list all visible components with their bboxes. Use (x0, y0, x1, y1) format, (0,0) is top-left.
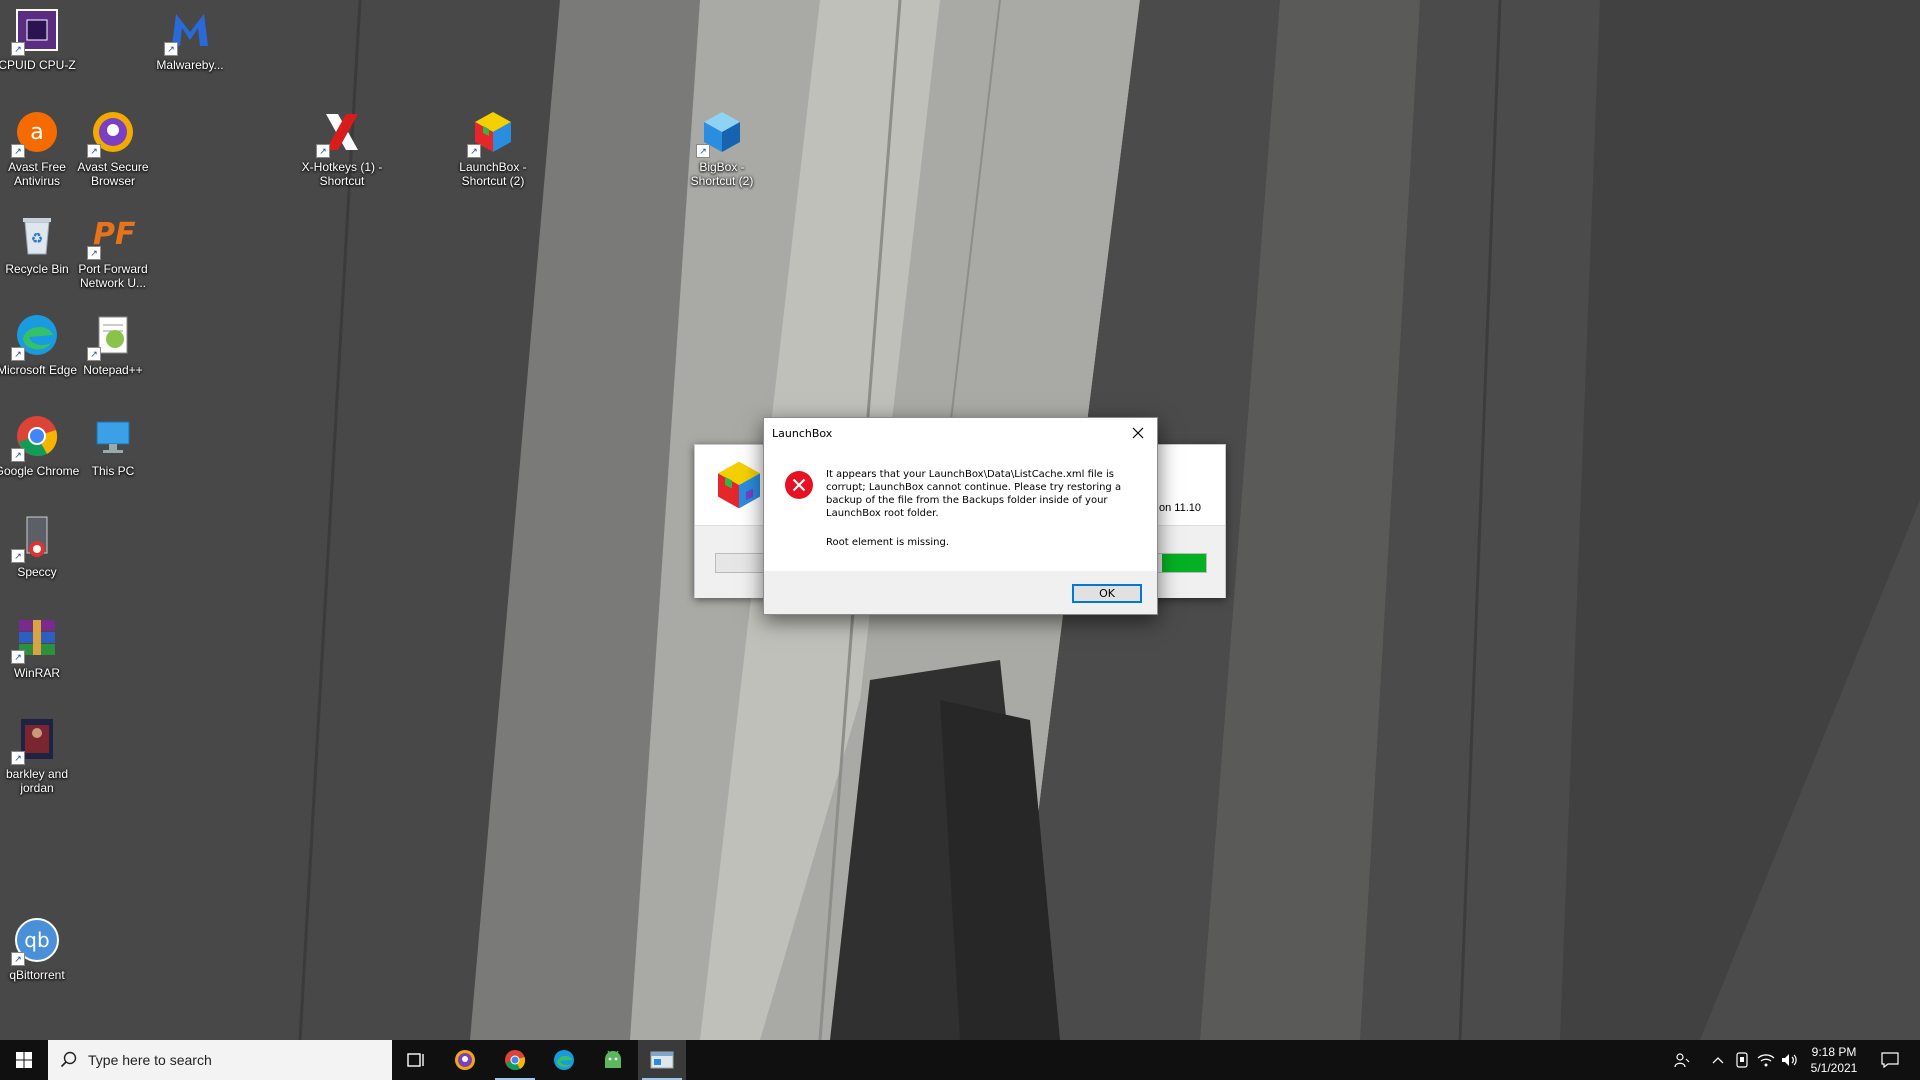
desktop-icon-launchbox[interactable]: ↗ LaunchBox - Shortcut (2) (448, 108, 538, 188)
recycle-bin-icon: ♻ (23, 218, 51, 255)
desktop: ↗ CPUID CPU-Z ↗ Malwareby... a ↗ Avast Fr… (0, 0, 1920, 1040)
tray-people[interactable] (1670, 1040, 1694, 1080)
svg-text:♻: ♻ (31, 231, 44, 247)
dialog-close-button[interactable] (1119, 418, 1157, 448)
chevron-up-icon (1712, 1057, 1724, 1064)
desktop-icon-barkley-jordan[interactable]: ↗ barkley and jordan (0, 715, 82, 795)
launchbox-logo-icon (718, 461, 760, 509)
taskbar-clock[interactable]: 9:18 PM 5/1/2021 (1800, 1044, 1868, 1076)
taskbar-search-box[interactable]: Type here to search (48, 1040, 392, 1080)
notification-icon (1881, 1052, 1899, 1068)
desktop-icon-label: barkley and jordan (5, 767, 69, 795)
desktop-icon-label: Malwareby... (156, 58, 224, 72)
svg-text:qb: qb (24, 928, 49, 952)
error-icon (785, 471, 813, 499)
edge-icon (554, 1050, 574, 1070)
dialog-footer: OK (764, 571, 1157, 614)
desktop-icon-cpuz[interactable]: ↗ CPUID CPU-Z (0, 6, 82, 72)
svg-text:a: a (30, 120, 43, 145)
desktop-icon-label: CPUID CPU-Z (0, 58, 76, 72)
desktop-icon-qbittorrent[interactable]: qb ↗ qBittorrent (0, 916, 82, 982)
this-pc-icon (96, 421, 130, 453)
tray-volume[interactable] (1778, 1040, 1802, 1080)
desktop-icon-speccy[interactable]: ↗ Speccy (0, 513, 82, 579)
dialog-titlebar[interactable]: LaunchBox (764, 418, 1157, 448)
dialog-message: It appears that your LaunchBox\Data\List… (826, 469, 1122, 519)
start-button[interactable] (0, 1040, 48, 1080)
desktop-icon-label: Notepad++ (83, 363, 143, 377)
splash-progress-fill (1161, 554, 1206, 572)
clock-time: 9:18 PM (1811, 1045, 1857, 1059)
desktop-icon-label: This PC (91, 464, 135, 478)
tray-overflow[interactable] (1706, 1040, 1730, 1080)
taskbar: Type here to search 9:18 PM 5/1/2021 (0, 1040, 1920, 1080)
wifi-icon (1757, 1054, 1775, 1067)
tray-app-icon (1736, 1052, 1748, 1068)
desktop-icon-label: BigBox - Shortcut (2) (690, 160, 754, 188)
task-view-button[interactable] (392, 1040, 440, 1080)
chrome-icon (505, 1050, 526, 1071)
desktop-icon-this-pc[interactable]: This PC (68, 412, 158, 478)
windows-icon (16, 1052, 32, 1068)
launchbox-window-icon (650, 1051, 674, 1069)
taskbar-avast-browser[interactable] (441, 1040, 489, 1080)
dialog-body: It appears that your LaunchBox\Data\List… (764, 448, 1157, 561)
desktop-icon-label: Port Forward Network U... (78, 262, 148, 290)
desktop-icon-label: LaunchBox - Shortcut (2) (459, 160, 527, 188)
taskbar-edge[interactable] (540, 1040, 588, 1080)
desktop-icon-label: X-Hotkeys (1) - Shortcut (301, 160, 383, 188)
dialog-detail: Root element is missing. (826, 537, 949, 548)
close-icon (1132, 427, 1144, 439)
splash-version-text: on 11.10 (1158, 502, 1201, 514)
desktop-icon-malwarebytes[interactable]: ↗ Malwareby... (145, 6, 235, 72)
desktop-icon-notepadpp[interactable]: ↗ Notepad++ (68, 311, 158, 377)
task-view-icon (407, 1053, 424, 1067)
error-dialog: LaunchBox It appears that your LaunchBox… (763, 417, 1158, 615)
tray-app[interactable] (1730, 1040, 1754, 1080)
desktop-icon-avast-browser[interactable]: ↗ Avast Secure Browser (68, 108, 158, 188)
desktop-icon-xhotkeys[interactable]: ↗ X-Hotkeys (1) - Shortcut (297, 108, 387, 188)
ok-button[interactable]: OK (1072, 584, 1142, 603)
desktop-icon-winrar[interactable]: ↗ WinRAR (0, 614, 82, 680)
clock-date: 5/1/2021 (1810, 1061, 1858, 1075)
avast-browser-icon (455, 1050, 475, 1070)
android-icon (605, 1050, 621, 1068)
desktop-icon-port-forward[interactable]: PF ↗ Port Forward Network U... (68, 210, 158, 290)
desktop-icon-label: WinRAR (13, 666, 60, 680)
action-center-button[interactable] (1870, 1040, 1910, 1080)
dialog-title: LaunchBox (772, 427, 833, 440)
taskbar-android-app[interactable] (589, 1040, 637, 1080)
desktop-icon-bigbox[interactable]: ↗ BigBox - Shortcut (2) (677, 108, 767, 188)
desktop-icon-label: qBittorrent (9, 968, 65, 982)
tray-network[interactable] (1754, 1040, 1778, 1080)
desktop-icon-label: Avast Secure Browser (77, 160, 149, 188)
search-placeholder: Type here to search (88, 1052, 212, 1068)
desktop-icon-label: Speccy (17, 565, 57, 579)
taskbar-chrome[interactable] (491, 1040, 539, 1080)
volume-icon (1782, 1054, 1797, 1066)
people-icon (1674, 1053, 1690, 1068)
taskbar-launchbox[interactable] (638, 1040, 686, 1080)
search-icon (60, 1051, 77, 1068)
